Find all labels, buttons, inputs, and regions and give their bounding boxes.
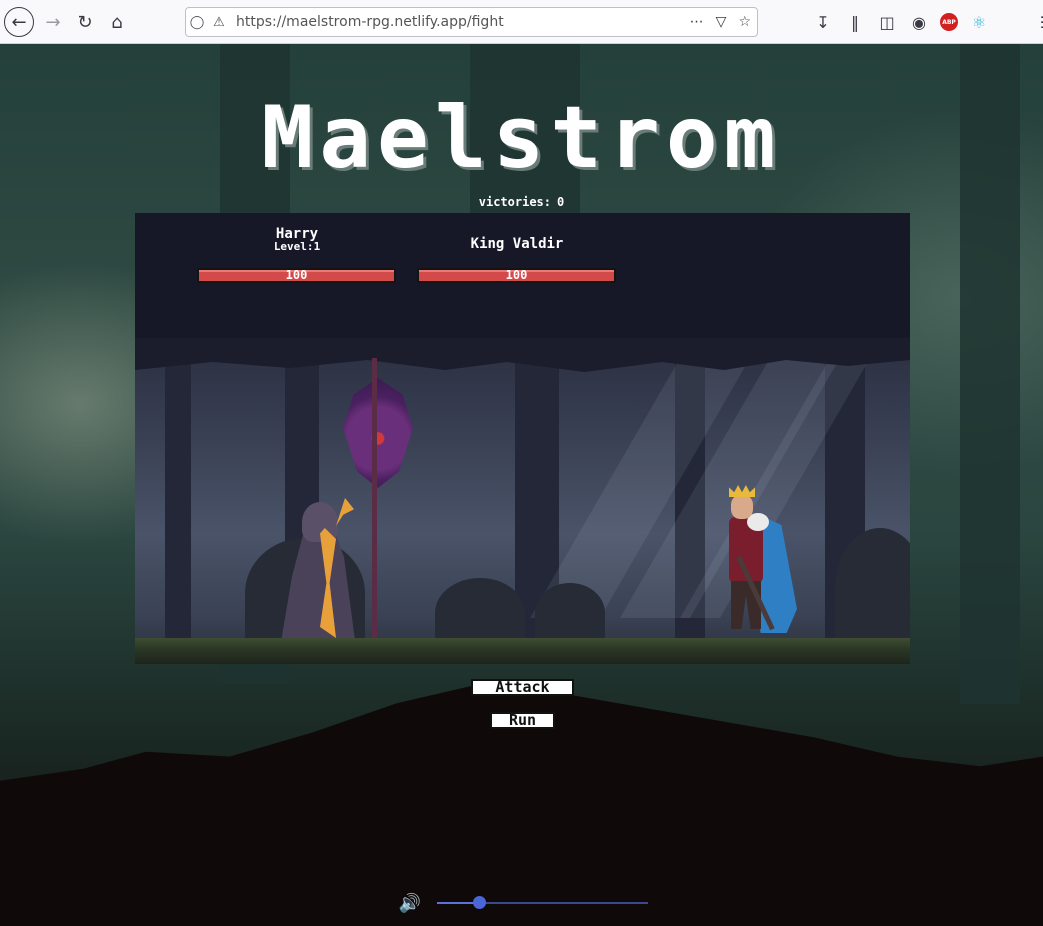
run-button[interactable]: Run <box>490 712 555 729</box>
account-icon[interactable]: ◉ <box>908 13 930 32</box>
hero-health-value: 100 <box>285 268 308 282</box>
enemy-health-bar: 100 <box>417 268 616 283</box>
game-page: Maelstrom victories: 0 Harry Level:1 King… <box>0 44 1043 926</box>
star-icon[interactable]: ☆ <box>738 14 751 30</box>
scene-grass <box>135 638 910 664</box>
victories-value: 0 <box>557 195 565 209</box>
library-icon[interactable]: ‖ <box>844 13 866 32</box>
scene-tree <box>165 338 191 638</box>
hero-health-bar: 100 <box>197 268 396 283</box>
battle-scene <box>135 338 910 664</box>
victories-label: victories: <box>478 195 551 209</box>
speaker-icon[interactable]: 🔊 <box>397 893 423 915</box>
home-icon[interactable]: ⌂ <box>102 7 132 37</box>
back-arrow-icon[interactable]: ← <box>4 7 34 37</box>
scene-bush <box>535 583 605 643</box>
scene-bush <box>835 528 910 648</box>
enemy-sprite <box>717 483 807 648</box>
ellipsis-icon[interactable]: ⋯ <box>690 14 704 30</box>
url-text[interactable]: https://maelstrom-rpg.netlify.app/fight <box>236 14 504 30</box>
tracking-shield-icon[interactable]: ◯ <box>186 15 208 30</box>
enemy-info: King Valdir <box>417 237 617 251</box>
download-icon[interactable]: ↧ <box>812 13 834 32</box>
hamburger-menu-icon[interactable]: ☰ <box>1036 13 1043 32</box>
victories-counter: victories: 0 <box>0 195 1043 209</box>
attack-button[interactable]: Attack <box>471 679 574 696</box>
king-crown <box>729 485 755 497</box>
battle-panel: Harry Level:1 King Valdir 100 100 <box>135 213 910 664</box>
hero-level: Level:1 <box>197 241 397 253</box>
hero-level-value: 1 <box>313 240 321 253</box>
lock-warning-icon[interactable]: ⚠ <box>208 15 230 30</box>
hero-info: Harry Level:1 <box>197 227 397 253</box>
mage-gold-collar <box>336 498 354 526</box>
staff-crystal <box>343 378 413 488</box>
pocket-icon[interactable]: ▽ <box>716 14 727 30</box>
forward-arrow-icon[interactable]: → <box>38 7 68 37</box>
sidebar-icon[interactable]: ◫ <box>876 13 898 32</box>
reload-icon[interactable]: ↻ <box>70 7 100 37</box>
enemy-name: King Valdir <box>470 236 564 252</box>
king-legs <box>731 581 761 629</box>
react-devtools-icon[interactable]: ⚛ <box>968 13 990 32</box>
king-head <box>731 495 753 519</box>
adblock-plus-icon[interactable]: ABP <box>940 13 958 31</box>
volume-slider[interactable] <box>437 896 648 909</box>
browser-toolbar: ← → ↻ ⌂ ◯ ⚠ https://maelstrom-rpg.netlif… <box>0 0 1043 44</box>
hero-level-label: Level: <box>273 240 314 253</box>
game-title: Maelstrom <box>261 88 782 188</box>
enemy-health-value: 100 <box>505 268 528 282</box>
hero-name: Harry <box>275 226 319 242</box>
address-bar[interactable]: ◯ ⚠ https://maelstrom-rpg.netlify.app/fi… <box>185 7 758 37</box>
hero-sprite <box>280 358 420 648</box>
